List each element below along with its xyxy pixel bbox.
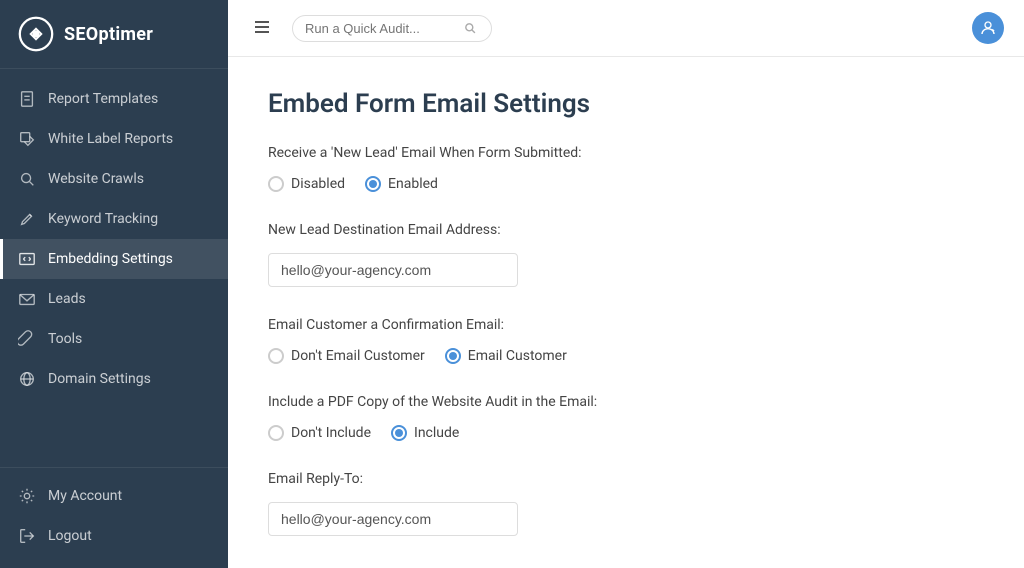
sidebar-item-my-account[interactable]: My Account — [0, 476, 228, 516]
sidebar-item-tools[interactable]: Tools — [0, 319, 228, 359]
search-bar[interactable] — [292, 15, 492, 42]
file-icon — [18, 90, 36, 108]
radio-dont-include-circle — [268, 425, 284, 441]
topbar — [228, 0, 1024, 57]
content-area: Embed Form Email Settings Receive a 'New… — [228, 57, 1024, 568]
mail-icon — [18, 290, 36, 308]
new-lead-email-label: Receive a 'New Lead' Email When Form Sub… — [268, 143, 984, 164]
nav-label-keyword-tracking: Keyword Tracking — [48, 211, 158, 227]
radio-email-customer-label: Email Customer — [468, 348, 567, 364]
sidebar-item-domain-settings[interactable]: Domain Settings — [0, 359, 228, 399]
embed-icon — [18, 250, 36, 268]
sidebar-item-embedding-settings[interactable]: Embedding Settings — [0, 239, 228, 279]
user-icon — [979, 19, 997, 37]
logo-icon — [18, 16, 54, 52]
radio-dont-email-circle — [268, 348, 284, 364]
radio-disabled-label: Disabled — [291, 176, 345, 192]
customer-email-radio-group: Don't Email Customer Email Customer — [268, 348, 984, 364]
logout-icon — [18, 527, 36, 545]
user-avatar[interactable] — [972, 12, 1004, 44]
search-icon — [463, 21, 477, 35]
radio-dont-include-label: Don't Include — [291, 425, 371, 441]
sidebar-item-leads[interactable]: Leads — [0, 279, 228, 319]
radio-email-customer-circle — [445, 348, 461, 364]
nav-label-report-templates: Report Templates — [48, 91, 158, 107]
nav-menu: Report Templates White Label Reports Web… — [0, 69, 228, 467]
tag-icon — [18, 130, 36, 148]
hamburger-icon — [252, 17, 272, 37]
sidebar-item-logout[interactable]: Logout — [0, 516, 228, 556]
sidebar-item-report-templates[interactable]: Report Templates — [0, 79, 228, 119]
nav-label-tools: Tools — [48, 331, 82, 347]
reply-to-section: Email Reply-To: — [268, 469, 984, 536]
nav-label-logout: Logout — [48, 528, 92, 544]
radio-enabled-circle — [365, 176, 381, 192]
destination-email-label: New Lead Destination Email Address: — [268, 220, 984, 241]
logo-area: SEOptimer — [0, 0, 228, 69]
pdf-copy-label: Include a PDF Copy of the Website Audit … — [268, 392, 984, 413]
destination-email-section: New Lead Destination Email Address: — [268, 220, 984, 287]
destination-email-input[interactable] — [268, 253, 518, 287]
reply-to-input[interactable] — [268, 502, 518, 536]
nav-label-website-crawls: Website Crawls — [48, 171, 144, 187]
nav-label-my-account: My Account — [48, 488, 122, 504]
pdf-copy-radio-group: Don't Include Include — [268, 425, 984, 441]
settings-icon — [18, 487, 36, 505]
customer-email-section: Email Customer a Confirmation Email: Don… — [268, 315, 984, 364]
nav-label-white-label-reports: White Label Reports — [48, 131, 173, 147]
page-title: Embed Form Email Settings — [268, 89, 984, 119]
radio-dont-include[interactable]: Don't Include — [268, 425, 371, 441]
sidebar-bottom: My Account Logout — [0, 467, 228, 568]
radio-enabled[interactable]: Enabled — [365, 176, 438, 192]
radio-dont-email-label: Don't Email Customer — [291, 348, 425, 364]
search-icon — [18, 170, 36, 188]
pdf-copy-section: Include a PDF Copy of the Website Audit … — [268, 392, 984, 441]
sidebar-item-website-crawls[interactable]: Website Crawls — [0, 159, 228, 199]
new-lead-email-section: Receive a 'New Lead' Email When Form Sub… — [268, 143, 984, 192]
radio-disabled-circle — [268, 176, 284, 192]
globe-icon — [18, 370, 36, 388]
radio-disabled[interactable]: Disabled — [268, 176, 345, 192]
search-input[interactable] — [305, 21, 455, 36]
radio-include-label: Include — [414, 425, 459, 441]
edit-icon — [18, 210, 36, 228]
sidebar-item-white-label-reports[interactable]: White Label Reports — [0, 119, 228, 159]
radio-dont-email[interactable]: Don't Email Customer — [268, 348, 425, 364]
app-name: SEOptimer — [64, 24, 153, 45]
radio-enabled-label: Enabled — [388, 176, 438, 192]
radio-email-customer[interactable]: Email Customer — [445, 348, 567, 364]
main-area: Embed Form Email Settings Receive a 'New… — [228, 0, 1024, 568]
new-lead-email-radio-group: Disabled Enabled — [268, 176, 984, 192]
menu-button[interactable] — [248, 13, 276, 44]
customer-email-label: Email Customer a Confirmation Email: — [268, 315, 984, 336]
reply-to-label: Email Reply-To: — [268, 469, 984, 490]
radio-include-circle — [391, 425, 407, 441]
nav-label-leads: Leads — [48, 291, 86, 307]
radio-include[interactable]: Include — [391, 425, 459, 441]
nav-label-embedding-settings: Embedding Settings — [48, 251, 173, 267]
sidebar-item-keyword-tracking[interactable]: Keyword Tracking — [0, 199, 228, 239]
sidebar: SEOptimer Report Templates White Label R… — [0, 0, 228, 568]
nav-label-domain-settings: Domain Settings — [48, 371, 151, 387]
tools-icon — [18, 330, 36, 348]
